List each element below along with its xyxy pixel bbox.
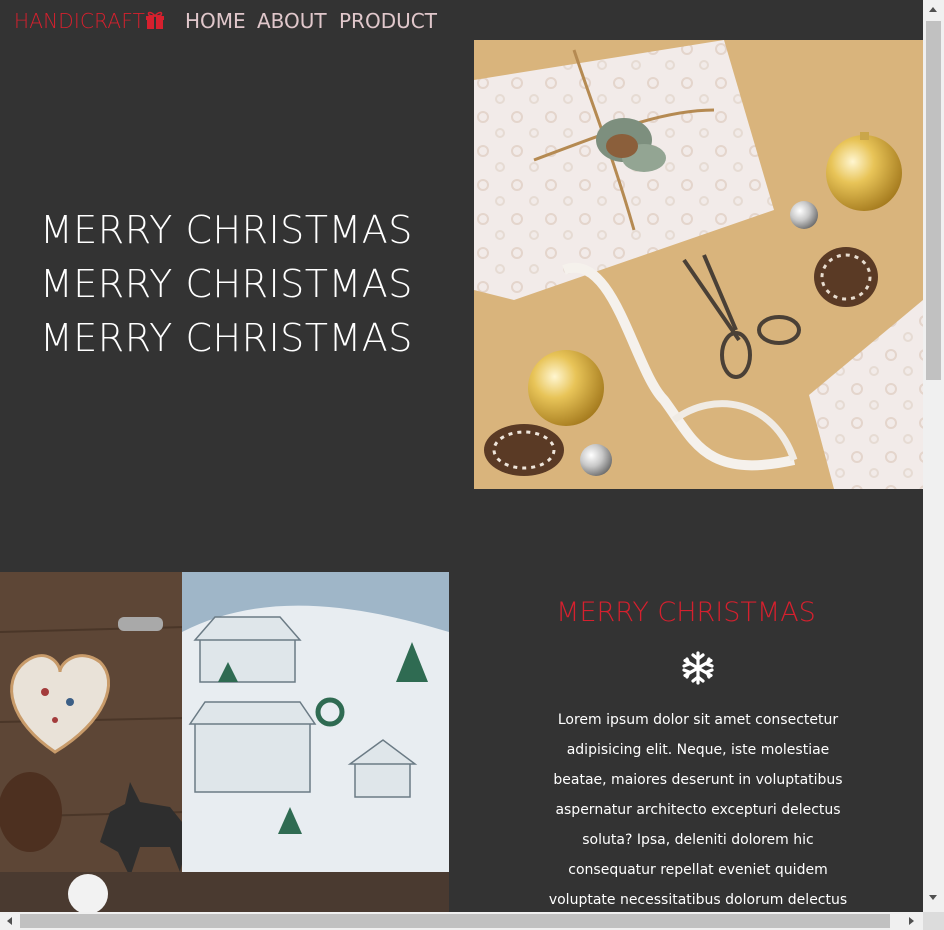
gift-icon: [146, 11, 164, 29]
hero-line: MERRY CHRISTMAS: [40, 208, 413, 252]
horizontal-scrollbar[interactable]: [0, 912, 923, 930]
nav-link-about[interactable]: ABOUT: [257, 9, 327, 33]
scroll-down-arrow-icon[interactable]: [929, 895, 937, 900]
hero-christmas-photo: [474, 40, 923, 489]
advent-calendar-photo: [0, 572, 449, 912]
scroll-up-arrow-icon[interactable]: [929, 7, 937, 12]
nav-link-home[interactable]: HOME: [185, 9, 246, 33]
navbar: HANDICRAFT HOME ABOUT PRODUCT: [0, 0, 923, 40]
vertical-scroll-thumb[interactable]: [926, 21, 941, 380]
nav-link-product[interactable]: PRODUCT: [339, 9, 437, 33]
section-title: MERRY CHRISTMAS: [556, 597, 816, 628]
hero-line: MERRY CHRISTMAS: [40, 316, 413, 360]
horizontal-scroll-thumb[interactable]: [20, 914, 890, 928]
scroll-left-arrow-icon[interactable]: [7, 917, 12, 925]
section-body-text: Lorem ipsum dolor sit amet consectetur a…: [548, 712, 848, 908]
hero-line: MERRY CHRISTMAS: [40, 262, 413, 306]
vertical-scrollbar[interactable]: [923, 0, 944, 912]
scroll-right-arrow-icon[interactable]: [909, 917, 914, 925]
brand-logo[interactable]: HANDICRAFT: [14, 9, 145, 33]
scrollbar-corner: [923, 912, 944, 930]
hero-heading: MERRY CHRISTMAS MERRY CHRISTMAS MERRY CH…: [40, 203, 413, 365]
page: HANDICRAFT HOME ABOUT PRODUCT MERRY CHRI…: [0, 0, 923, 912]
snowflake-icon: [682, 651, 714, 685]
